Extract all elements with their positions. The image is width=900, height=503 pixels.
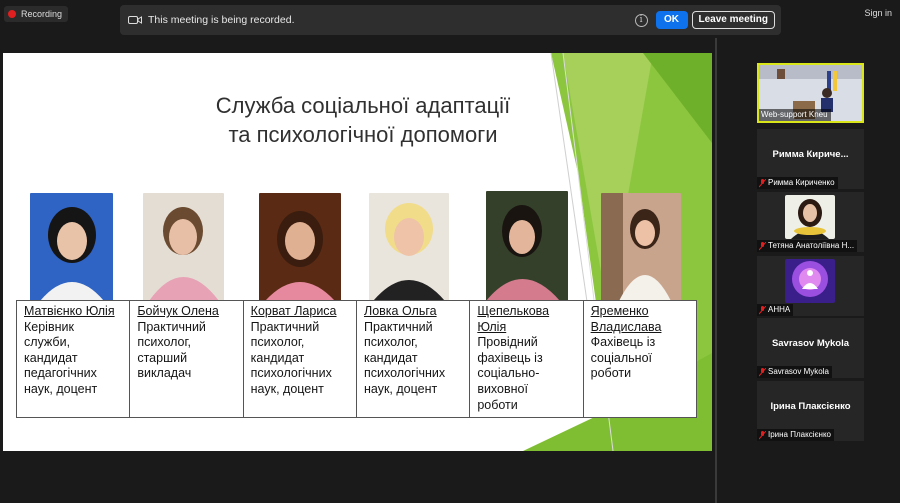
staff-name-line-2: Юлія <box>477 319 507 334</box>
mic-muted-icon <box>759 241 766 250</box>
slide-title-line-2: та психологічної допомоги <box>228 122 498 147</box>
shared-slide: Служба соціальної адаптації та психологі… <box>3 53 712 451</box>
staff-cell-1: Матвієнко Юлія Керівник служби, кандидат… <box>17 301 131 417</box>
participant-display-name: Ірина Плаксієнко <box>770 401 851 412</box>
participant-name-tag: Римма Кириченко <box>757 177 838 189</box>
slide-title-line-1: Служба соціальної адаптації <box>215 93 511 118</box>
mic-muted-icon <box>759 430 766 439</box>
info-icon[interactable]: i <box>634 13 648 27</box>
staff-cell-6: Яременко Владислава Фахівець із соціальн… <box>584 301 696 417</box>
participant-name-tag: Web-support Kneu <box>759 109 831 121</box>
staff-name: Бойчук Олена <box>137 304 219 318</box>
participant-tile-web-support[interactable]: Web-support Kneu <box>757 63 864 123</box>
staff-name-line-2: Владислава <box>590 319 662 334</box>
mic-muted-icon <box>759 305 766 314</box>
participant-tile-anna[interactable]: АННА <box>757 256 864 316</box>
sign-in-link[interactable]: Sign in <box>864 8 892 18</box>
mic-muted-icon <box>759 367 766 376</box>
staff-name: Корват Лариса <box>250 304 337 318</box>
recording-banner: This meeting is being recorded. i OK Lea… <box>120 5 781 35</box>
recording-indicator[interactable]: Recording <box>4 6 69 22</box>
participant-tile-rymma[interactable]: Римма Кириче... Римма Кириченко <box>757 129 864 189</box>
participant-name-tag: АННА <box>757 304 794 316</box>
staff-name-line-1: Яременко <box>590 304 649 318</box>
participant-display-name: Savrasov Mykola <box>771 338 850 349</box>
participant-display-name: Римма Кириче... <box>772 149 849 160</box>
participant-name-tag: Ірина Плаксієнко <box>757 429 835 441</box>
staff-name: Ловка Ольга <box>363 304 437 318</box>
photo-person-5 <box>486 191 568 301</box>
photo-person-6 <box>601 193 681 301</box>
staff-cell-4: Ловка Ольга Практичний психолог, кандида… <box>357 301 471 417</box>
banner-text: This meeting is being recorded. <box>148 14 295 26</box>
participant-name-tag: Тетяна Анатоліївна Н... <box>757 240 858 252</box>
participant-avatar <box>785 259 835 303</box>
staff-table: Матвієнко Юлія Керівник служби, кандидат… <box>16 300 697 418</box>
recording-label: Recording <box>21 9 63 19</box>
staff-name-line-1: Щепелькова <box>477 304 550 318</box>
participant-avatar <box>785 195 835 239</box>
participant-tile-savrasov[interactable]: Savrasov Mykola Savrasov Mykola <box>757 318 864 378</box>
staff-name: Матвієнко Юлія <box>24 304 115 318</box>
participant-name-tag: Savrasov Mykola <box>757 366 832 378</box>
video-camera-icon <box>128 16 142 24</box>
photo-person-3 <box>259 193 341 301</box>
participant-tile-iryna[interactable]: Ірина Плаксієнко Ірина Плаксієнко <box>757 381 864 441</box>
photo-person-2 <box>143 193 224 301</box>
photo-person-1 <box>30 193 113 301</box>
slide-title: Служба соціальної адаптації та психологі… <box>3 91 712 149</box>
photo-person-4 <box>369 193 449 301</box>
recording-dot-icon <box>8 10 16 18</box>
staff-cell-2: Бойчук Олена Практичний психолог, старши… <box>130 301 244 417</box>
participant-tile-tetiana[interactable]: Тетяна Анатоліївна Н... <box>757 192 864 252</box>
ok-button[interactable]: OK <box>655 11 688 29</box>
panel-divider[interactable] <box>715 38 717 503</box>
staff-cell-3: Корват Лариса Практичний психолог, канди… <box>244 301 357 417</box>
staff-cell-5: Щепелькова Юлія Провідний фахівець із со… <box>470 301 584 417</box>
mic-muted-icon <box>759 178 766 187</box>
leave-meeting-button[interactable]: Leave meeting <box>691 11 775 29</box>
